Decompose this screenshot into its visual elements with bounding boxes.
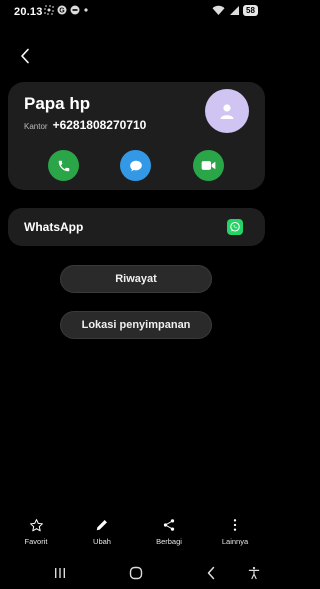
favorite-label: Favorit	[24, 537, 48, 546]
favorite-button[interactable]: Favorit	[9, 516, 63, 546]
more-vertical-icon	[233, 519, 237, 531]
whatsapp-icon[interactable]	[227, 219, 243, 235]
share-label: Berbagi	[156, 537, 182, 546]
wifi-icon	[212, 5, 225, 15]
avatar[interactable]	[205, 89, 249, 133]
svg-text:G: G	[59, 8, 65, 15]
message-button[interactable]	[120, 150, 151, 181]
edit-button[interactable]: Ubah	[75, 516, 129, 546]
video-call-button[interactable]	[193, 150, 224, 181]
share-button[interactable]: Berbagi	[142, 516, 196, 546]
back-button[interactable]	[14, 44, 36, 68]
bottom-action-bar: Favorit Ubah Berbagi Lainnya	[0, 516, 272, 552]
whatsapp-card[interactable]: WhatsApp	[8, 208, 265, 246]
status-time: 20.13	[14, 6, 43, 18]
notification-dot-icon	[84, 8, 88, 12]
dnd-icon	[70, 5, 80, 15]
star-icon	[29, 518, 43, 531]
home-button[interactable]	[126, 564, 146, 582]
pencil-icon	[96, 520, 107, 531]
chevron-left-icon	[21, 48, 29, 64]
home-icon	[129, 566, 143, 580]
accessibility-button[interactable]	[244, 564, 264, 582]
chat-bubble-icon	[129, 160, 142, 171]
video-camera-icon	[201, 161, 216, 170]
back-arrow-icon	[207, 566, 215, 580]
more-button[interactable]: Lainnya	[208, 516, 262, 546]
battery-icon: 58	[243, 5, 258, 16]
recent-apps-icon	[55, 568, 65, 578]
phone-number: +6281808270710	[52, 118, 147, 132]
accessibility-icon	[248, 566, 260, 580]
contact-name: Papa hp	[24, 94, 91, 113]
system-back-button[interactable]	[201, 564, 221, 582]
signal-icon	[230, 6, 239, 15]
phone-row[interactable]: Kantor +6281808270710	[24, 118, 146, 132]
whatsapp-logo-icon	[230, 222, 240, 232]
screenshot-icon	[44, 5, 54, 15]
storage-location-button[interactable]: Lokasi penyimpanan	[60, 311, 212, 339]
edit-label: Ubah	[93, 537, 111, 546]
status-bar: 20.13 G 58	[0, 0, 272, 26]
phone-label: Kantor	[24, 122, 48, 131]
history-button[interactable]: Riwayat	[60, 265, 212, 293]
share-icon	[163, 519, 175, 531]
more-label: Lainnya	[221, 537, 249, 546]
call-button[interactable]	[48, 150, 79, 181]
recent-apps-button[interactable]	[50, 564, 70, 582]
person-icon	[220, 104, 234, 119]
g-icon: G	[57, 5, 67, 15]
system-nav-bar	[0, 560, 272, 586]
phone-icon	[58, 160, 69, 171]
whatsapp-label: WhatsApp	[24, 220, 84, 234]
contact-card: Papa hp Kantor +6281808270710	[8, 82, 265, 190]
